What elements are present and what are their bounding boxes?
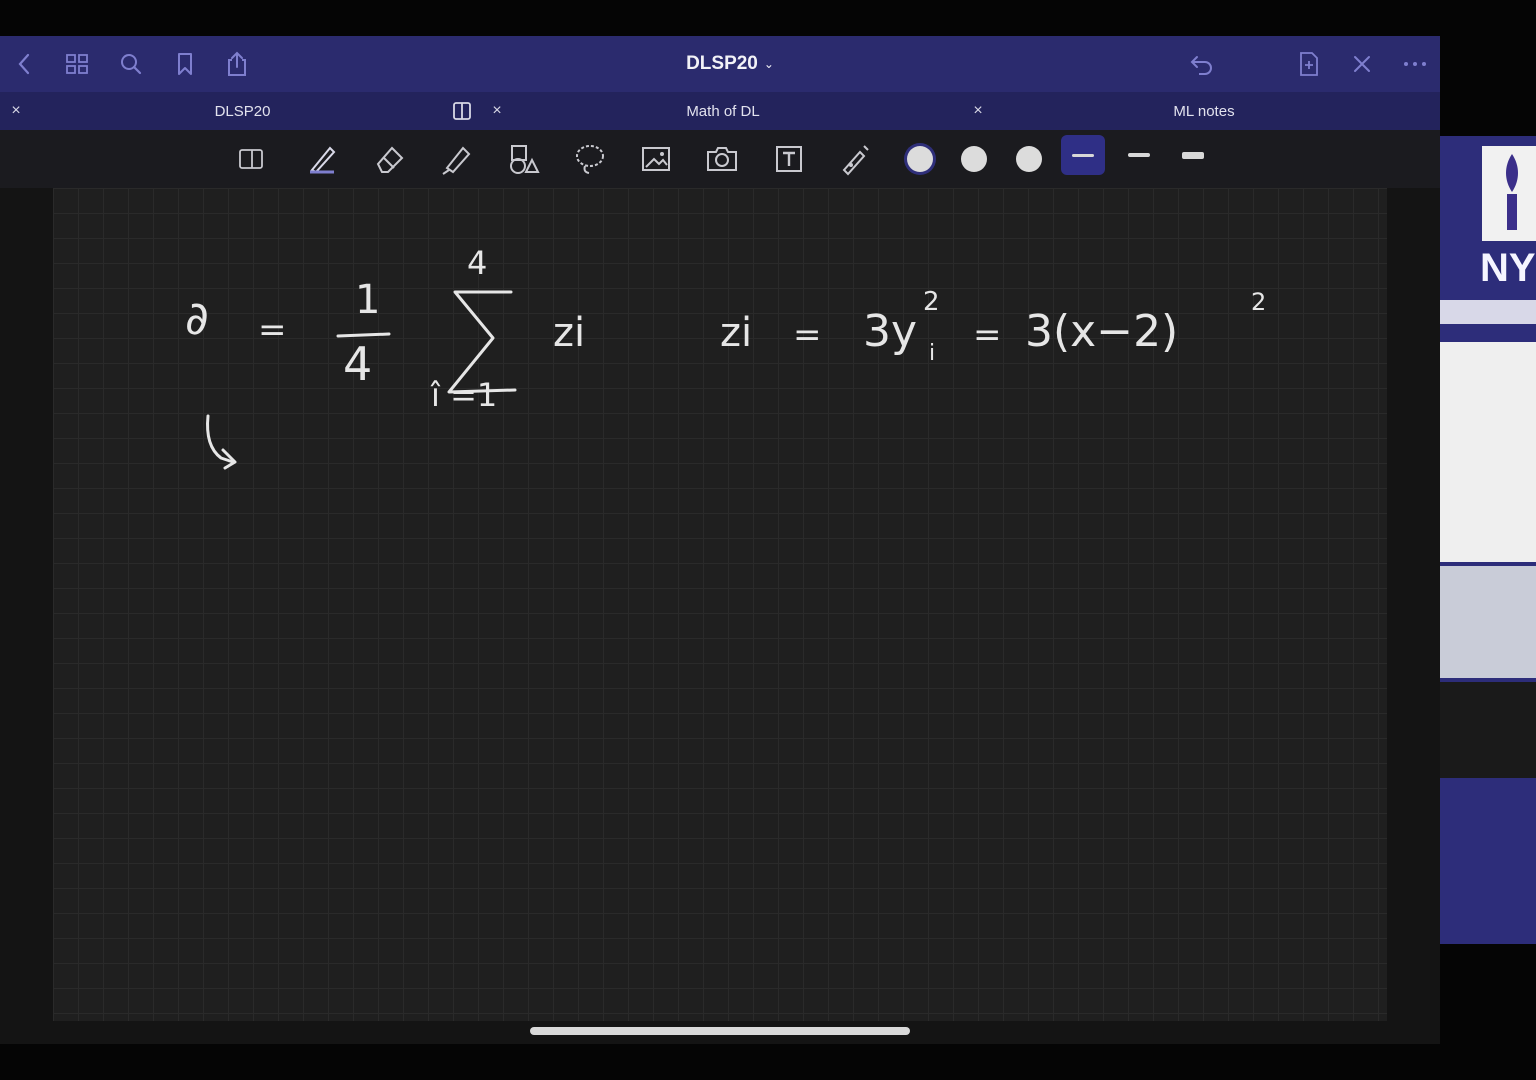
search-icon[interactable]: [116, 50, 146, 78]
stroke-medium-button[interactable]: [1117, 135, 1161, 175]
tab-label: Math of DL: [686, 102, 760, 120]
eraser-icon[interactable]: [370, 140, 408, 178]
tab-close-icon[interactable]: ×: [482, 92, 512, 130]
color-swatch-3[interactable]: [1016, 146, 1042, 172]
top-bar: DLSP20 ⌄: [0, 36, 1440, 92]
sum-term: zi: [553, 310, 585, 356]
term-3y: 3y: [863, 306, 917, 357]
equals-sign: =: [973, 315, 1002, 355]
fraction-bar: [336, 332, 391, 338]
handwritten-equation: ∂ = 1 4 4 î =1 zi zi = 3y 2 i = 3(x−2) 2: [185, 244, 1266, 470]
home-indicator[interactable]: [530, 1027, 910, 1035]
term-3y-subscript: i: [929, 341, 935, 366]
app-window: DLSP20 ⌄ × DLSP20 × Math of DL × ML note…: [0, 36, 1440, 1044]
page-view-icon[interactable]: [234, 142, 268, 176]
tab-bar: × DLSP20 × Math of DL × ML notes: [0, 92, 1440, 130]
tab-ml-notes[interactable]: ML notes: [994, 92, 1414, 130]
highlighter-icon[interactable]: [437, 140, 475, 178]
more-options-icon[interactable]: [1400, 50, 1430, 78]
fraction-denominator: 4: [343, 337, 372, 391]
tab-math-of-dl[interactable]: Math of DL: [512, 92, 934, 130]
laser-pointer-icon[interactable]: [836, 140, 874, 178]
side-video-panel: NY: [1440, 136, 1536, 944]
fraction-numerator: 1: [355, 277, 380, 323]
image-icon[interactable]: [637, 140, 675, 178]
stroke-thick-button[interactable]: [1171, 135, 1215, 175]
drawing-toolbar: [0, 130, 1440, 188]
add-page-icon[interactable]: [1295, 50, 1323, 78]
camera-icon[interactable]: [703, 140, 741, 178]
sum-upper-limit: 4: [467, 244, 487, 282]
note-canvas[interactable]: ∂ = 1 4 4 î =1 zi zi = 3y 2 i = 3(x−2) 2: [53, 188, 1387, 1021]
tab-close-icon[interactable]: ×: [1, 92, 31, 130]
text-box-icon[interactable]: [770, 140, 808, 178]
bookmark-icon[interactable]: [170, 50, 200, 78]
pen-icon[interactable]: [302, 138, 342, 178]
tab-close-icon[interactable]: ×: [963, 92, 993, 130]
share-icon[interactable]: [222, 50, 252, 78]
grid-view-icon[interactable]: [62, 50, 92, 78]
shapes-icon[interactable]: [504, 140, 542, 178]
term-3-x-minus-2: 3(x−2): [1025, 306, 1178, 357]
stroke-thin-button[interactable]: [1061, 135, 1105, 175]
slide-thumbnail: [1440, 342, 1536, 562]
torch-logo: [1482, 146, 1536, 241]
term-3-superscript: 2: [1251, 288, 1266, 316]
lasso-icon[interactable]: [571, 140, 609, 178]
lecturer-video: [1440, 682, 1536, 778]
equals-sign: =: [793, 315, 822, 355]
chevron-down-icon: ⌄: [763, 57, 774, 71]
split-view-icon[interactable]: [448, 96, 476, 126]
back-chevron-icon[interactable]: [10, 50, 38, 78]
z-i-label: zi: [720, 310, 752, 356]
logo-text: NY: [1480, 246, 1536, 290]
equals-sign: =: [258, 310, 287, 350]
document-title[interactable]: DLSP20 ⌄: [620, 50, 840, 78]
partial-symbol: ∂: [185, 291, 209, 345]
panel-strip: [1440, 300, 1536, 324]
tab-label: DLSP20: [214, 102, 271, 120]
lecture-room-image: [1440, 566, 1536, 678]
close-icon[interactable]: [1348, 50, 1376, 78]
tab-dlsp20[interactable]: DLSP20: [30, 92, 455, 130]
sum-lower-limit: î =1: [430, 376, 497, 414]
color-swatch-2[interactable]: [961, 146, 987, 172]
color-swatch-1[interactable]: [907, 146, 933, 172]
undo-icon[interactable]: [1187, 50, 1217, 78]
document-title-text: DLSP20: [686, 53, 758, 74]
term-3y-superscript: 2: [923, 287, 940, 317]
tab-label: ML notes: [1173, 102, 1235, 120]
